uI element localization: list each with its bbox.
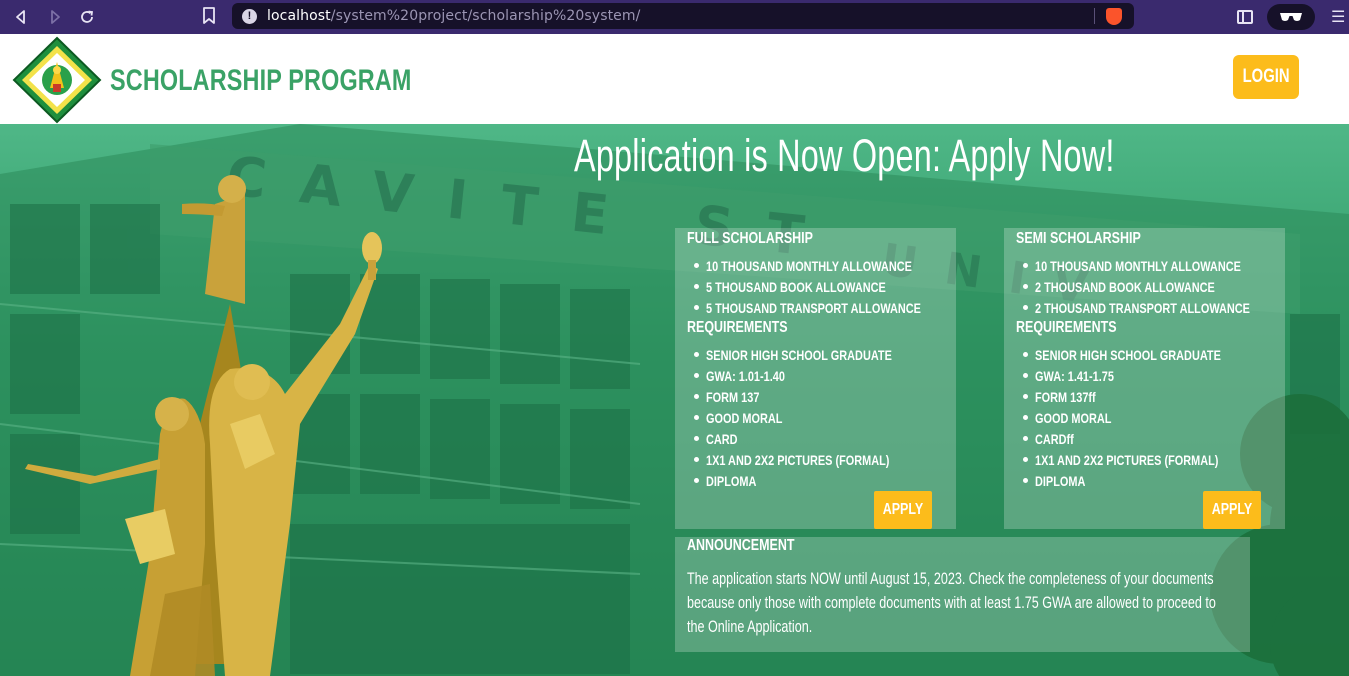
requirements-list: SENIOR HIGH SCHOOL GRADUATE GWA: 1.41-1.… [1016,344,1273,491]
list-item: DIPLOMA [687,470,944,491]
sidebar-toggle-icon[interactable] [1237,10,1253,24]
reload-icon[interactable] [76,6,98,28]
list-item: 5 THOUSAND TRANSPORT ALLOWANCE [687,297,982,318]
list-item: 2 THOUSAND TRANSPORT ALLOWANCE [1016,297,1311,318]
bookmark-icon[interactable] [202,7,216,25]
list-item: 10 THOUSAND MONTHLY ALLOWANCE [687,255,982,276]
browser-toolbar: ! localhost/system%20project/scholarship… [0,0,1349,34]
private-window-icon[interactable] [1267,4,1315,30]
address-bar[interactable]: ! localhost/system%20project/scholarship… [232,3,1134,29]
hero-section: CAVITE ST UNIV Application is Now Open: … [0,124,1349,676]
site-header: SCHOLARSHIP PROGRAM LOGIN [0,34,1349,124]
list-item: FORM 137ff [1016,386,1273,407]
list-item: DIPLOMA [1016,470,1273,491]
site-info-icon[interactable]: ! [242,8,257,24]
apply-semi-button[interactable]: APPLY [1203,491,1261,529]
hero-title: Application is Now Open: Apply Now! [574,130,1115,181]
announcement-text: The application starts NOW until August … [687,569,1216,636]
apply-full-button[interactable]: APPLY [874,491,932,529]
university-seal-logo [12,36,102,124]
list-item: GWA: 1.41-1.75 [1016,365,1273,386]
benefits-list: 10 THOUSAND MONTHLY ALLOWANCE 5 THOUSAND… [687,255,982,318]
semi-scholarship-card: SEMI SCHOLARSHIP 10 THOUSAND MONTHLY ALL… [1004,228,1285,529]
list-item: SENIOR HIGH SCHOOL GRADUATE [687,344,944,365]
url-text: localhost/system%20project/scholarship%2… [267,8,641,24]
list-item: 1X1 AND 2X2 PICTURES (FORMAL) [687,449,944,470]
requirements-heading: REQUIREMENTS [687,319,788,336]
list-item: GOOD MORAL [1016,407,1273,428]
site-title: SCHOLARSHIP PROGRAM [110,64,412,97]
list-item: 10 THOUSAND MONTHLY ALLOWANCE [1016,255,1311,276]
list-item: 5 THOUSAND BOOK ALLOWANCE [687,276,982,297]
brave-shield-icon[interactable] [1106,8,1122,25]
announcement-card: ANNOUNCEMENT The application starts NOW … [675,537,1250,652]
benefits-list: 10 THOUSAND MONTHLY ALLOWANCE 2 THOUSAND… [1016,255,1311,318]
list-item: CARDff [1016,428,1273,449]
announcement-heading: ANNOUNCEMENT [687,537,795,554]
list-item: GWA: 1.01-1.40 [687,365,944,386]
list-item: 2 THOUSAND BOOK ALLOWANCE [1016,276,1311,297]
requirements-heading: REQUIREMENTS [1016,319,1117,336]
list-item: SENIOR HIGH SCHOOL GRADUATE [1016,344,1273,365]
card-heading: SEMI SCHOLARSHIP [1016,230,1141,247]
list-item: GOOD MORAL [687,407,944,428]
divider [1094,8,1095,24]
menu-icon[interactable]: ☰ [1331,7,1345,27]
card-heading: FULL SCHOLARSHIP [687,230,813,247]
login-button[interactable]: LOGIN [1233,55,1299,99]
list-item: CARD [687,428,944,449]
list-item: 1X1 AND 2X2 PICTURES (FORMAL) [1016,449,1273,470]
back-icon[interactable] [10,6,32,28]
full-scholarship-card: FULL SCHOLARSHIP 10 THOUSAND MONTHLY ALL… [675,228,956,529]
forward-icon[interactable] [44,6,66,28]
list-item: FORM 137 [687,386,944,407]
requirements-list: SENIOR HIGH SCHOOL GRADUATE GWA: 1.01-1.… [687,344,944,491]
